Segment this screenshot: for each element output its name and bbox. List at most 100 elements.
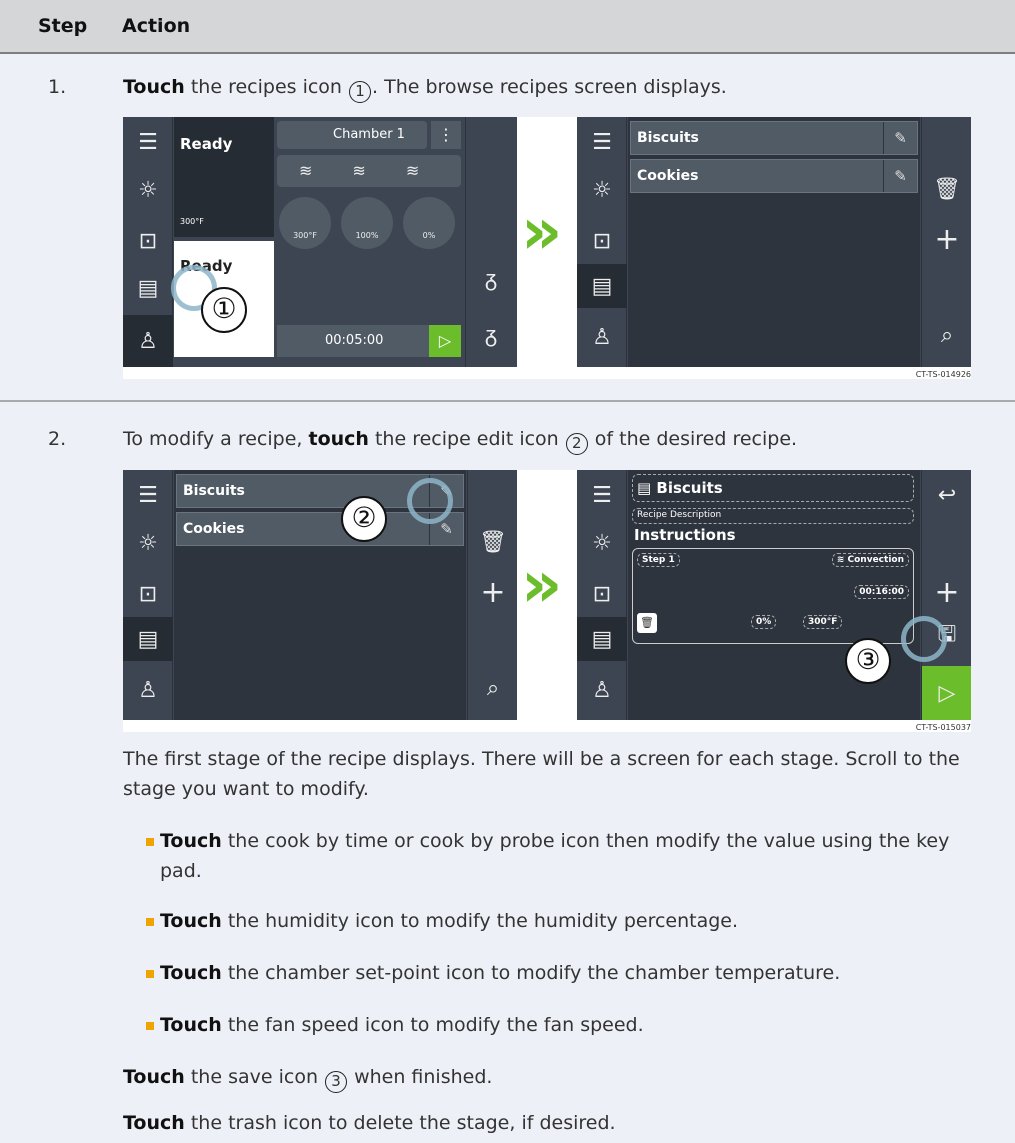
lock-icon[interactable]: ⊡ <box>123 574 173 614</box>
callout-marker: 3 <box>325 1071 348 1093</box>
recipes-icon[interactable]: ▤ <box>577 617 627 661</box>
right-sidebar: 🗑 + ⌕ <box>921 117 971 367</box>
touch-ring <box>407 478 453 524</box>
mode-label[interactable]: ≋ Convection <box>831 553 909 567</box>
menu-icon[interactable]: ☰ <box>123 475 173 515</box>
double-chevron-icon: » <box>521 548 563 622</box>
figure-1: ☰ ☼ ⊡ ▤ ♙ Ready 300°F Ready Chamber 1 ⋮ … <box>123 117 971 379</box>
recipe-description[interactable]: Recipe Description <box>632 508 914 524</box>
save-instruction: Touch the save icon 3 when finished. <box>123 1062 983 1093</box>
probe-icon[interactable]: ᵹ <box>466 259 516 299</box>
user-icon[interactable]: ♙ <box>123 315 173 367</box>
user-icon[interactable]: ♙ <box>577 317 627 357</box>
recipes-icon[interactable]: ▤ <box>577 264 627 308</box>
brightness-icon[interactable]: ☼ <box>123 523 173 563</box>
callout-marker: 1 <box>349 81 372 103</box>
brightness-icon[interactable]: ☼ <box>577 523 627 563</box>
callout-3: ③ <box>845 638 891 684</box>
dial-temp[interactable]: 300°F <box>279 197 331 249</box>
humidity-field[interactable]: 0% <box>751 615 777 629</box>
recipes-screen: ☰ ☼ ⊡ ▤ ♙ Biscuits ✎ Cookies ✎ 🗑 + ⌕ ② <box>123 470 517 720</box>
callout-marker: 2 <box>565 433 588 455</box>
ready-label: Ready <box>180 135 233 153</box>
edit-icon[interactable]: ✎ <box>883 160 917 192</box>
edit-recipe-screen: ☰ ☼ ⊡ ▤ ♙ ▤ Biscuits Recipe Description … <box>577 470 971 720</box>
temp-field[interactable]: 300°F <box>803 615 843 629</box>
home-screen: ☰ ☼ ⊡ ▤ ♙ Ready 300°F Ready Chamber 1 ⋮ … <box>123 117 517 367</box>
recipes-icon[interactable]: ▤ <box>123 268 173 308</box>
plus-icon[interactable]: + <box>468 572 517 612</box>
recipe-title[interactable]: ▤ Biscuits <box>632 474 914 502</box>
bullet-item: Touch the fan speed icon to modify the f… <box>146 1010 980 1040</box>
sidebar: ☰ ☼ ⊡ ▤ ♙ <box>577 470 627 720</box>
header-action: Action <box>122 15 191 37</box>
temp-label: 300°F <box>180 217 204 226</box>
trash-icon[interactable]: 🗑 <box>922 169 971 209</box>
right-sidebar: 🗑 + ⌕ <box>467 470 517 720</box>
brightness-icon[interactable]: ☼ <box>123 170 173 210</box>
bullet-item: Touch the chamber set-point icon to modi… <box>146 958 980 988</box>
user-icon[interactable]: ♙ <box>577 670 627 710</box>
dial-humidity[interactable]: 0% <box>403 197 455 249</box>
time-field[interactable]: 00:16:00 <box>854 585 909 599</box>
callout-2: ② <box>341 496 387 542</box>
play-icon[interactable]: ▷ <box>922 666 971 720</box>
instructions-heading: Instructions <box>634 526 736 544</box>
menu-icon[interactable]: ☰ <box>577 475 627 515</box>
recipe-list: Biscuits ✎ Cookies ✎ <box>628 117 920 367</box>
search-icon[interactable]: ⌕ <box>468 668 517 708</box>
table-header: Step Action <box>0 0 1015 54</box>
dial-fan[interactable]: 100% <box>341 197 393 249</box>
trash-instruction: Touch the trash icon to delete the stage… <box>123 1112 616 1134</box>
play-icon[interactable]: ▷ <box>429 325 461 357</box>
header-step: Step <box>38 15 88 37</box>
bullet-item: Touch the humidity icon to modify the hu… <box>146 906 980 936</box>
chamber-select[interactable]: Chamber 1 <box>277 121 427 149</box>
recipe-row[interactable]: Biscuits ✎ <box>630 121 918 155</box>
step-row-1: 1. Touch the recipes icon 1. The browse … <box>0 54 1015 400</box>
right-sidebar: ᵹ ᵹ <box>465 117 517 367</box>
step-number: 2. <box>48 428 67 450</box>
recipes-icon[interactable]: ▤ <box>123 617 173 661</box>
trash-icon[interactable]: 🗑 <box>637 613 657 633</box>
callout-1: ① <box>201 287 247 333</box>
user-icon[interactable]: ♙ <box>123 670 173 710</box>
step-card: Step 1 ≋ Convection 00:16:00 🗑 0% 300°F <box>632 548 914 644</box>
edit-panel: ▤ Biscuits Recipe Description Instructio… <box>628 470 920 720</box>
menu-icon[interactable]: ☰ <box>577 122 627 162</box>
plus-icon[interactable]: + <box>922 219 971 259</box>
timer-bar: 00:05:00 ▷ <box>277 325 461 357</box>
touch-ring <box>901 616 947 662</box>
step-label: Step 1 <box>637 553 680 567</box>
step-text: Touch the recipes icon 1. The browse rec… <box>123 76 727 103</box>
lock-icon[interactable]: ⊡ <box>577 574 627 614</box>
more-icon[interactable]: ⋮ <box>431 121 461 149</box>
back-icon[interactable]: ↩ <box>922 475 971 515</box>
mode-tabs[interactable]: ≋≋≋ <box>277 155 461 187</box>
recipes-screen: ☰ ☼ ⊡ ▤ ♙ Biscuits ✎ Cookies ✎ 🗑 + ⌕ <box>577 117 971 367</box>
stage-paragraph: The first stage of the recipe displays. … <box>123 748 960 800</box>
search-icon[interactable]: ⌕ <box>922 315 971 355</box>
sidebar: ☰ ☼ ⊡ ▤ ♙ <box>123 470 173 720</box>
step-number: 1. <box>48 76 67 98</box>
trash-icon[interactable]: 🗑 <box>468 522 517 562</box>
step-text: To modify a recipe, touch the recipe edi… <box>123 428 797 455</box>
plus-icon[interactable]: + <box>922 572 971 612</box>
step-row-2: 2. To modify a recipe, touch the recipe … <box>0 402 1015 1143</box>
sidebar: ☰ ☼ ⊡ ▤ ♙ <box>123 117 173 367</box>
figure-caption: CT-TS-014926 <box>915 370 971 379</box>
brightness-icon[interactable]: ☼ <box>577 170 627 210</box>
sidebar: ☰ ☼ ⊡ ▤ ♙ <box>577 117 627 367</box>
timer-value: 00:05:00 <box>325 333 384 348</box>
recipe-row[interactable]: Cookies ✎ <box>630 159 918 193</box>
ready-panel-top: Ready 300°F <box>174 117 274 237</box>
probe-icon-2[interactable]: ᵹ <box>466 315 516 355</box>
lock-icon[interactable]: ⊡ <box>123 221 173 261</box>
double-chevron-icon: » <box>521 195 563 269</box>
figure-caption: CT-TS-015037 <box>915 723 971 732</box>
edit-icon[interactable]: ✎ <box>883 122 917 154</box>
bullet-item: Touch the cook by time or cook by probe … <box>146 826 980 886</box>
lock-icon[interactable]: ⊡ <box>577 221 627 261</box>
figure-2: ☰ ☼ ⊡ ▤ ♙ Biscuits ✎ Cookies ✎ 🗑 + ⌕ ② » ☰ <box>123 470 971 732</box>
menu-icon[interactable]: ☰ <box>123 122 173 162</box>
